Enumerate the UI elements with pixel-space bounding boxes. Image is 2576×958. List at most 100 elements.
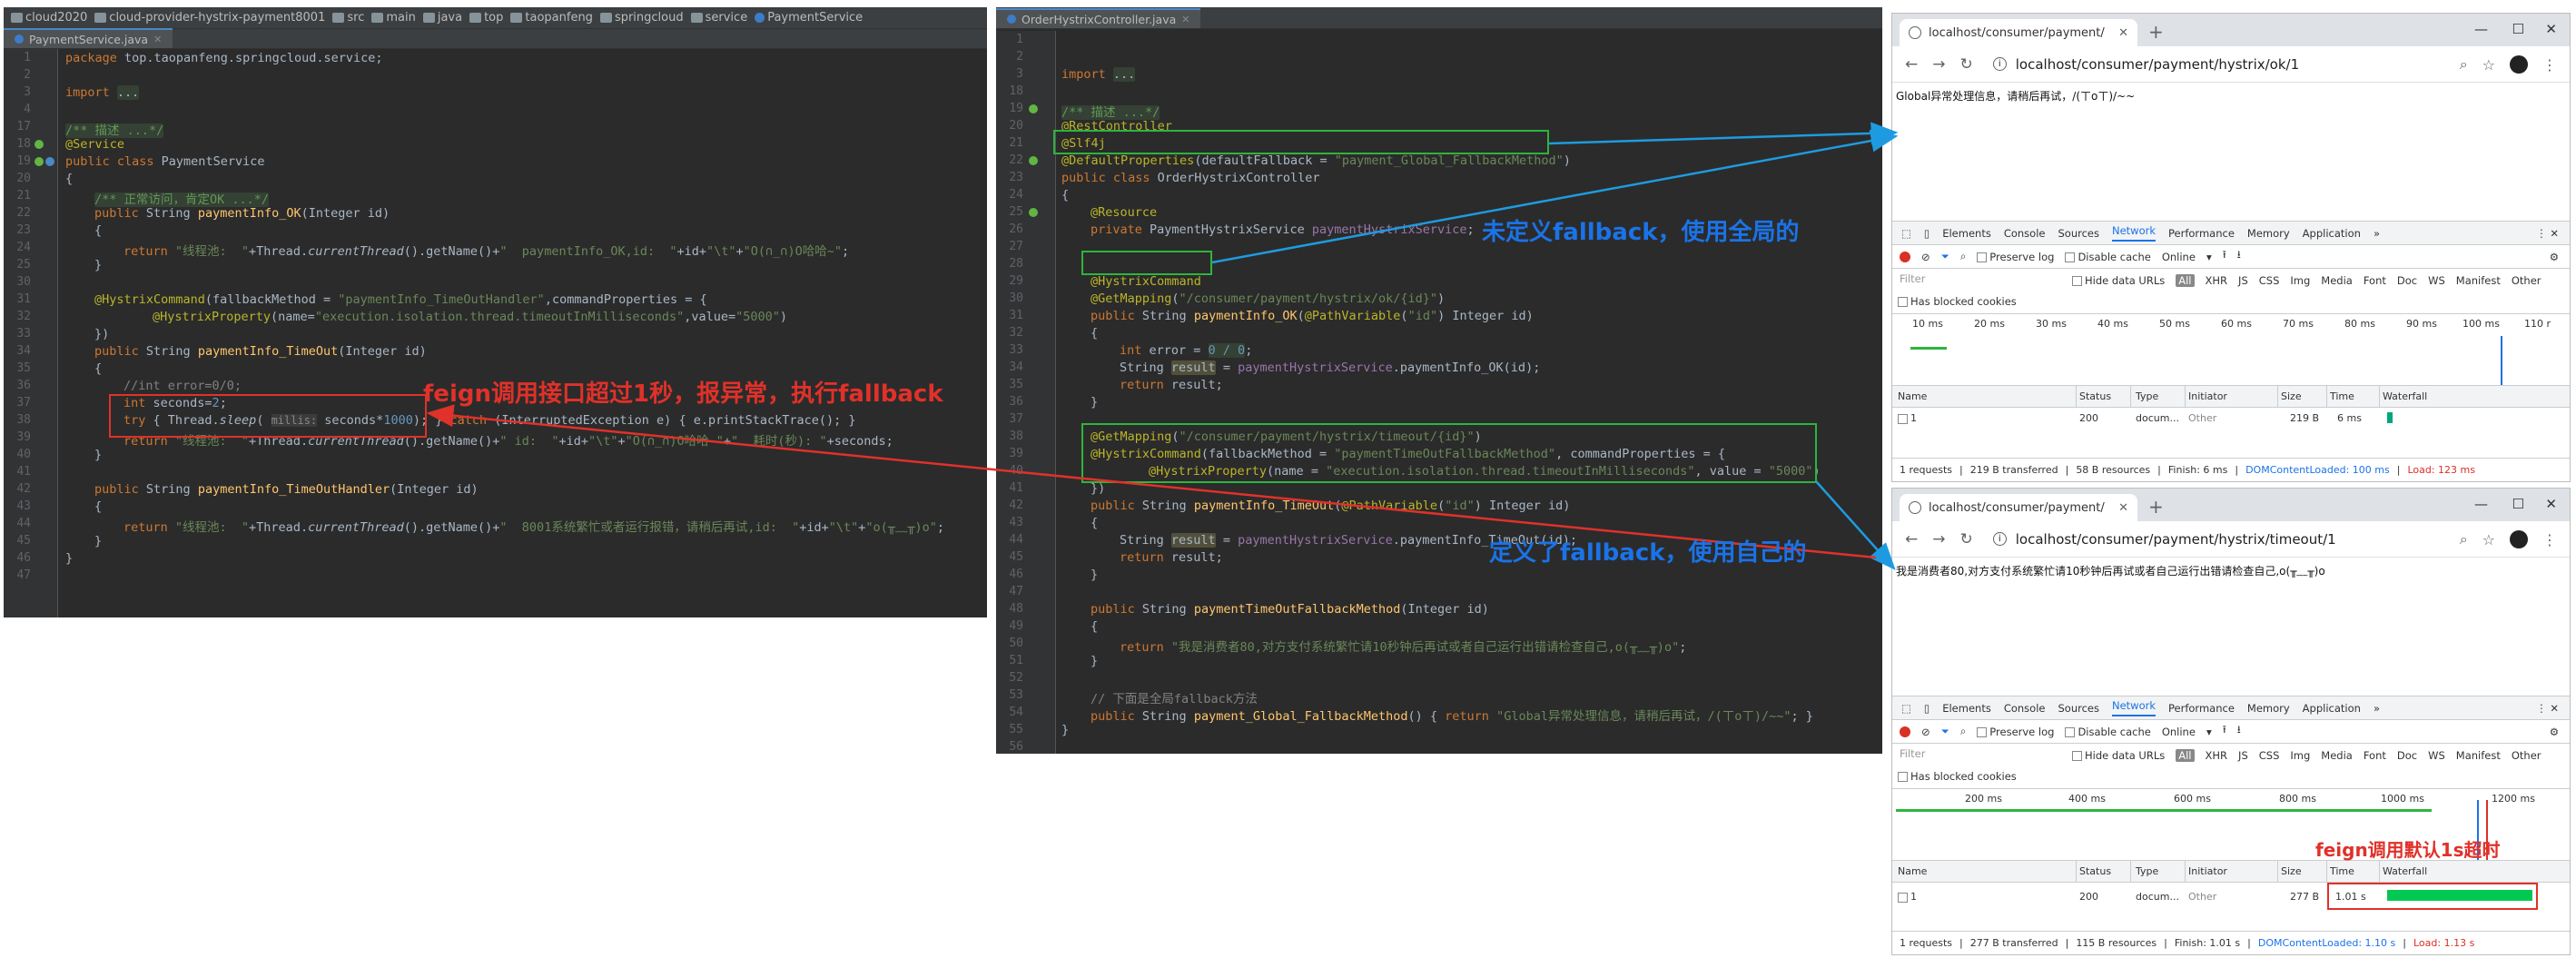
tab-orderhystrixcontroller[interactable]: OrderHystrixController.java ✕: [996, 8, 1201, 28]
breadcrumb-item[interactable]: main: [371, 11, 416, 25]
close-icon[interactable]: ✕: [2118, 26, 2128, 40]
new-tab-button[interactable]: +: [2148, 21, 2164, 43]
tab-application[interactable]: Application: [2303, 702, 2361, 715]
column-header[interactable]: Initiator: [2188, 865, 2227, 877]
menu-icon[interactable]: ⋮: [2542, 56, 2557, 74]
spring-bean-icon[interactable]: [1029, 104, 1038, 114]
menu-icon[interactable]: ⋮: [2542, 531, 2557, 548]
chevron-down-icon[interactable]: ▾: [2206, 251, 2212, 263]
new-tab-button[interactable]: +: [2148, 496, 2164, 518]
clear-icon[interactable]: ⊘: [1921, 726, 1930, 738]
spring-bean-icon[interactable]: [35, 157, 44, 166]
filter-type-css[interactable]: CSS: [2259, 274, 2280, 287]
browser-tab[interactable]: localhost/consumer/payment/✕: [1900, 19, 2137, 46]
zoom-icon[interactable]: ⌕: [2460, 530, 2468, 548]
code-editor[interactable]: 1 2 3 4 17 18 19 20 21 22 23 24 25 30 31…: [4, 49, 987, 617]
record-icon[interactable]: [1900, 726, 1910, 737]
tab-console[interactable]: Console: [2004, 227, 2046, 240]
column-header[interactable]: Status: [2079, 865, 2111, 877]
filter-input[interactable]: Filter: [1898, 272, 2061, 289]
chevron-down-icon[interactable]: ▾: [2206, 726, 2212, 738]
filter-type-ws[interactable]: WS: [2428, 274, 2445, 287]
tab-network[interactable]: Network: [2111, 224, 2157, 242]
filter-type-all[interactable]: All: [2176, 748, 2195, 762]
bookmark-icon[interactable]: ☆: [2482, 56, 2495, 74]
filter-type-manifest[interactable]: Manifest: [2456, 749, 2501, 762]
devtools-inspect-icon[interactable]: ⬚: [1901, 227, 1911, 240]
filter-type-font[interactable]: Font: [2364, 749, 2386, 762]
column-header[interactable]: Type: [2136, 390, 2158, 402]
breadcrumb-item[interactable]: PaymentService: [755, 11, 863, 25]
column-header[interactable]: Name: [1898, 865, 1927, 877]
filter-type-other[interactable]: Other: [2512, 274, 2541, 287]
close-window-icon[interactable]: ✕: [2545, 496, 2557, 512]
tab-sources[interactable]: Sources: [2058, 227, 2099, 240]
filter-type-xhr[interactable]: XHR: [2206, 274, 2228, 287]
column-header[interactable]: Name: [1898, 390, 1927, 402]
column-header[interactable]: Waterfall: [2383, 865, 2427, 877]
kebab-icon[interactable]: ⋮ ✕: [2536, 702, 2559, 715]
close-icon[interactable]: ✕: [1181, 14, 1189, 25]
column-header[interactable]: Time: [2330, 390, 2354, 402]
column-header[interactable]: Waterfall: [2383, 390, 2427, 402]
import-icon[interactable]: ⭱: [2223, 248, 2226, 265]
column-header[interactable]: Initiator: [2188, 390, 2227, 402]
preserve-log-checkbox[interactable]: Preserve log: [1977, 726, 2054, 738]
spring-bean-icon[interactable]: [1029, 208, 1038, 217]
more-tabs-icon[interactable]: »: [2374, 702, 2380, 715]
bookmark-icon[interactable]: ☆: [2482, 531, 2495, 548]
record-icon[interactable]: [1900, 251, 1910, 262]
throttle-select[interactable]: Online: [2162, 251, 2196, 263]
reload-icon[interactable]: ↻: [1960, 55, 1973, 74]
filter-type-manifest[interactable]: Manifest: [2456, 274, 2501, 287]
tab-memory[interactable]: Memory: [2247, 702, 2290, 715]
breadcrumb-item[interactable]: src: [332, 11, 364, 25]
breadcrumb-item[interactable]: java: [422, 11, 462, 25]
throttle-select[interactable]: Online: [2162, 726, 2196, 738]
column-header[interactable]: Type: [2136, 865, 2158, 877]
tab-console[interactable]: Console: [2004, 702, 2046, 715]
spring-bean-icon[interactable]: [35, 140, 44, 149]
filter-type-media[interactable]: Media: [2321, 749, 2353, 762]
maximize-icon[interactable]: ☐: [2512, 496, 2524, 512]
filter-type-js[interactable]: JS: [2238, 749, 2248, 762]
hide-data-urls-checkbox[interactable]: Hide data URLs: [2072, 749, 2165, 762]
info-icon[interactable]: i: [1992, 532, 2007, 546]
blocked-cookies-checkbox[interactable]: Has blocked cookies: [1892, 291, 2570, 311]
minimize-icon[interactable]: —: [2474, 496, 2488, 512]
tab-network[interactable]: Network: [2111, 699, 2157, 716]
close-window-icon[interactable]: ✕: [2545, 21, 2557, 37]
devtools-device-icon[interactable]: ▯: [1924, 702, 1930, 715]
tab-performance[interactable]: Performance: [2168, 227, 2235, 240]
info-icon[interactable]: i: [1992, 57, 2007, 71]
filter-icon[interactable]: ⏷: [1941, 725, 1949, 738]
filter-type-all[interactable]: All: [2176, 273, 2195, 287]
filter-type-xhr[interactable]: XHR: [2206, 749, 2228, 762]
close-icon[interactable]: ✕: [153, 34, 162, 45]
search-icon[interactable]: ⌕: [1960, 250, 1966, 263]
filter-type-ws[interactable]: WS: [2428, 749, 2445, 762]
blocked-cookies-checkbox[interactable]: Has blocked cookies: [1892, 766, 2570, 786]
kebab-icon[interactable]: ⋮ ✕: [2536, 227, 2559, 240]
breadcrumb-item[interactable]: cloud2020: [11, 11, 87, 25]
devtools-inspect-icon[interactable]: ⬚: [1901, 702, 1911, 715]
column-header[interactable]: Size: [2281, 865, 2302, 877]
column-header[interactable]: Time: [2330, 865, 2354, 877]
filter-type-css[interactable]: CSS: [2259, 749, 2280, 762]
avatar[interactable]: [2510, 530, 2528, 548]
browser-tab[interactable]: localhost/consumer/payment/✕: [1900, 494, 2137, 521]
preserve-log-checkbox[interactable]: Preserve log: [1977, 251, 2054, 263]
filter-type-js[interactable]: JS: [2238, 274, 2248, 287]
back-icon[interactable]: ←: [1905, 530, 1918, 548]
zoom-icon[interactable]: ⌕: [2460, 55, 2468, 74]
filter-type-doc[interactable]: Doc: [2397, 274, 2417, 287]
close-icon[interactable]: ✕: [2118, 501, 2128, 515]
filter-type-font[interactable]: Font: [2364, 274, 2386, 287]
export-icon[interactable]: ⭳: [2237, 723, 2241, 740]
tab-elements[interactable]: Elements: [1942, 702, 1991, 715]
export-icon[interactable]: ⭳: [2237, 248, 2241, 265]
column-header[interactable]: Status: [2079, 390, 2111, 402]
tab-application[interactable]: Application: [2303, 227, 2361, 240]
forward-icon[interactable]: →: [1932, 530, 1945, 548]
filter-type-other[interactable]: Other: [2512, 749, 2541, 762]
